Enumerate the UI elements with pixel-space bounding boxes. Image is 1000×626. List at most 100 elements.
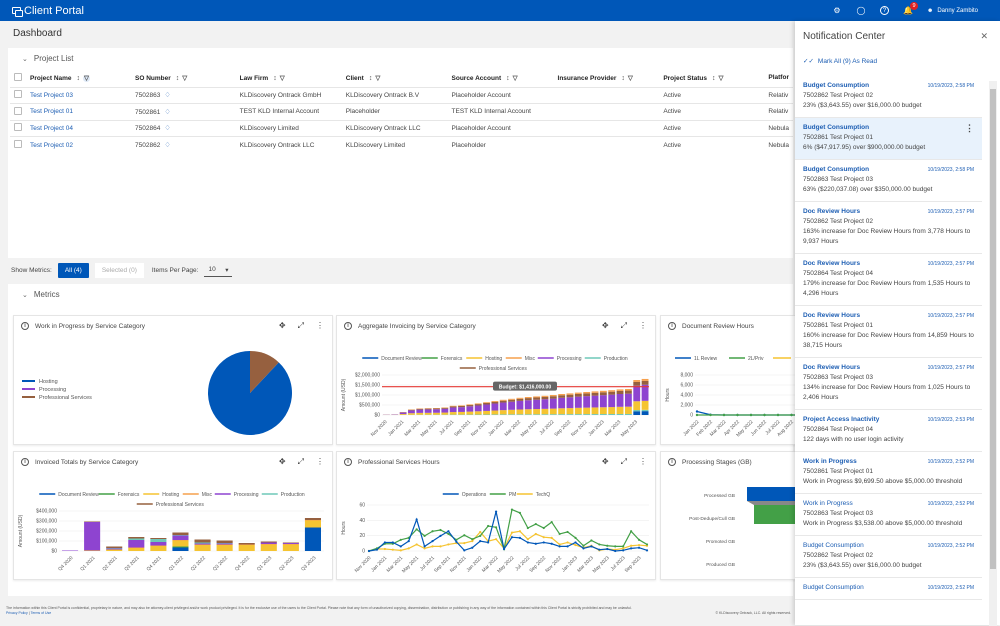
kebab-menu-icon[interactable]: ⋮ xyxy=(639,321,647,331)
column-header-insurance-provider[interactable]: Insurance Provider↕▽ xyxy=(554,69,660,87)
info-icon[interactable]: i xyxy=(21,458,29,466)
notification-title[interactable]: Work in Progress xyxy=(803,499,853,509)
move-icon[interactable]: ✥ xyxy=(602,321,609,331)
app-logo[interactable]: Client Portal xyxy=(12,5,84,17)
sort-icon[interactable]: ↕ xyxy=(506,75,510,82)
expand-icon[interactable]: ⤢ xyxy=(621,321,627,331)
notification-item[interactable]: Work in Progress10/19/2023, 2:52 PM75028… xyxy=(795,452,982,494)
project-name-link[interactable]: Test Project 04 xyxy=(30,125,73,132)
table-row[interactable]: Test Project 037502863♢KLDiscovery Ontra… xyxy=(10,87,793,104)
notification-title[interactable]: Budget Consumption xyxy=(803,541,864,551)
kebab-menu-icon[interactable]: ⋮ xyxy=(639,457,647,467)
filter-icon[interactable]: ▽ xyxy=(280,75,285,82)
scrollbar-thumb[interactable] xyxy=(990,89,996,569)
project-name-link[interactable]: Test Project 01 xyxy=(30,108,73,115)
settings-gear-icon[interactable]: ⚙ xyxy=(832,6,842,16)
sort-icon[interactable]: ↕ xyxy=(712,75,716,82)
notification-item[interactable]: Budget Consumption⋮7502861 Test Project … xyxy=(795,118,982,160)
y-tick-label: 0 xyxy=(362,549,365,555)
info-icon[interactable]: i xyxy=(668,322,676,330)
kebab-menu-icon[interactable]: ⋮ xyxy=(316,321,324,331)
mark-all-read-button[interactable]: ✓✓Mark All (9) As Read xyxy=(803,57,877,65)
sort-icon[interactable]: ↕ xyxy=(176,75,180,82)
move-icon[interactable]: ✥ xyxy=(279,457,286,467)
filter-icon[interactable]: ▽ xyxy=(83,75,90,82)
column-header-project-name[interactable]: Project Name↕▽ xyxy=(26,69,131,87)
column-header-project-status[interactable]: Project Status↕▽ xyxy=(659,69,764,87)
table-row[interactable]: Test Project 047502864♢KLDiscovery Limit… xyxy=(10,120,793,137)
notification-item[interactable]: Doc Review Hours10/19/2023, 2:57 PM75028… xyxy=(795,306,982,358)
project-name-link[interactable]: Test Project 03 xyxy=(30,92,73,99)
row-checkbox[interactable] xyxy=(14,123,22,131)
column-header-law-firm[interactable]: Law Firm↕▽ xyxy=(236,69,342,87)
notification-item[interactable]: Budget Consumption10/19/2023, 2:52 PM xyxy=(795,578,982,600)
notification-title[interactable]: Budget Consumption xyxy=(803,583,864,593)
notification-title[interactable]: Budget Consumption xyxy=(803,165,869,175)
notification-title[interactable]: Work in Progress xyxy=(803,457,857,467)
notification-title[interactable]: Project Access Inactivity xyxy=(803,415,879,425)
notification-title[interactable]: Doc Review Hours xyxy=(803,207,860,217)
expand-icon[interactable]: ⤢ xyxy=(298,457,304,467)
privacy-policy-link[interactable]: Privacy Policy xyxy=(6,611,28,615)
select-all-checkbox[interactable] xyxy=(14,73,22,81)
info-icon[interactable]: i xyxy=(668,458,676,466)
notification-title[interactable]: Budget Consumption xyxy=(803,81,869,91)
bell-icon[interactable]: ♢ xyxy=(164,125,170,132)
notification-item[interactable]: Project Access Inactivity10/19/2023, 2:5… xyxy=(795,410,982,452)
table-row[interactable]: Test Project 017502861♢TEST KLD Internal… xyxy=(10,104,793,121)
items-per-page-select[interactable]: 10▾ xyxy=(204,264,232,277)
show-all-button[interactable]: All (4) xyxy=(58,263,89,278)
expand-icon[interactable]: ⤢ xyxy=(298,321,304,331)
filter-icon[interactable]: ▽ xyxy=(182,75,187,82)
move-icon[interactable]: ✥ xyxy=(279,321,286,331)
notification-item[interactable]: Doc Review Hours10/19/2023, 2:57 PM75028… xyxy=(795,254,982,306)
notification-title[interactable]: Budget Consumption xyxy=(803,123,869,133)
project-name-link[interactable]: Test Project 02 xyxy=(30,142,73,149)
bell-icon[interactable]: ♢ xyxy=(164,109,170,116)
user-menu[interactable]: ☻Danny Zambito xyxy=(927,8,978,14)
table-row[interactable]: Test Project 027502862♢KLDiscovery Ontra… xyxy=(10,137,793,154)
filter-icon[interactable]: ▽ xyxy=(719,75,724,82)
filter-icon[interactable]: ▽ xyxy=(513,75,518,82)
move-icon[interactable]: ✥ xyxy=(602,457,609,467)
metrics-header[interactable]: ⌄Metrics xyxy=(8,284,793,299)
chat-bubble-icon[interactable]: ◯ xyxy=(856,6,866,16)
bell-icon[interactable]: ♢ xyxy=(164,142,170,149)
info-icon[interactable]: i xyxy=(344,322,352,330)
filter-icon[interactable]: ▽ xyxy=(628,75,633,82)
bell-icon[interactable]: ♢ xyxy=(164,92,170,99)
row-checkbox[interactable] xyxy=(14,140,22,148)
expand-icon[interactable]: ⤢ xyxy=(621,457,627,467)
notification-bell-icon[interactable]: 🔔9 xyxy=(903,6,913,16)
row-checkbox[interactable] xyxy=(14,107,22,115)
sort-icon[interactable]: ↕ xyxy=(77,75,81,82)
notification-item[interactable]: Budget Consumption10/19/2023, 2:58 PM750… xyxy=(795,160,982,202)
row-checkbox[interactable] xyxy=(14,90,22,98)
project-list-header[interactable]: ⌄Project List xyxy=(8,48,793,63)
help-icon[interactable]: ? xyxy=(880,6,889,15)
filter-icon[interactable]: ▽ xyxy=(375,75,380,82)
column-header-so-number[interactable]: SO Number↕▽ xyxy=(131,69,236,87)
column-header-platform[interactable]: Platfor xyxy=(764,69,793,87)
close-icon[interactable]: ✕ xyxy=(980,31,988,42)
sort-icon[interactable]: ↕ xyxy=(273,75,277,82)
info-icon[interactable]: i xyxy=(344,458,352,466)
kebab-menu-icon[interactable]: ⋮ xyxy=(965,123,974,133)
info-icon[interactable]: i xyxy=(21,322,29,330)
column-header-client[interactable]: Client↕▽ xyxy=(342,69,448,87)
notification-item[interactable]: Work in Progress10/19/2023, 2:52 PM75028… xyxy=(795,494,982,536)
sort-icon[interactable]: ↕ xyxy=(621,75,625,82)
notification-title[interactable]: Doc Review Hours xyxy=(803,363,860,373)
show-selected-button[interactable]: Selected (0) xyxy=(95,263,144,278)
notification-item[interactable]: Doc Review Hours10/19/2023, 2:57 PM75028… xyxy=(795,202,982,254)
kebab-menu-icon[interactable]: ⋮ xyxy=(316,457,324,467)
notification-item[interactable]: Doc Review Hours10/19/2023, 2:57 PM75028… xyxy=(795,358,982,410)
notification-title[interactable]: Doc Review Hours xyxy=(803,259,860,269)
notification-title[interactable]: Doc Review Hours xyxy=(803,311,860,321)
terms-of-use-link[interactable]: Terms of Use xyxy=(31,611,52,615)
notification-item[interactable]: Budget Consumption10/19/2023, 2:58 PM750… xyxy=(795,76,982,118)
chart-card-aggregate-invoicing: iAggregate Invoicing by Service Category… xyxy=(336,315,656,445)
column-header-source-account[interactable]: Source Account↕▽ xyxy=(448,69,554,87)
notification-item[interactable]: Budget Consumption10/19/2023, 2:52 PM750… xyxy=(795,536,982,578)
sort-icon[interactable]: ↕ xyxy=(369,75,373,82)
